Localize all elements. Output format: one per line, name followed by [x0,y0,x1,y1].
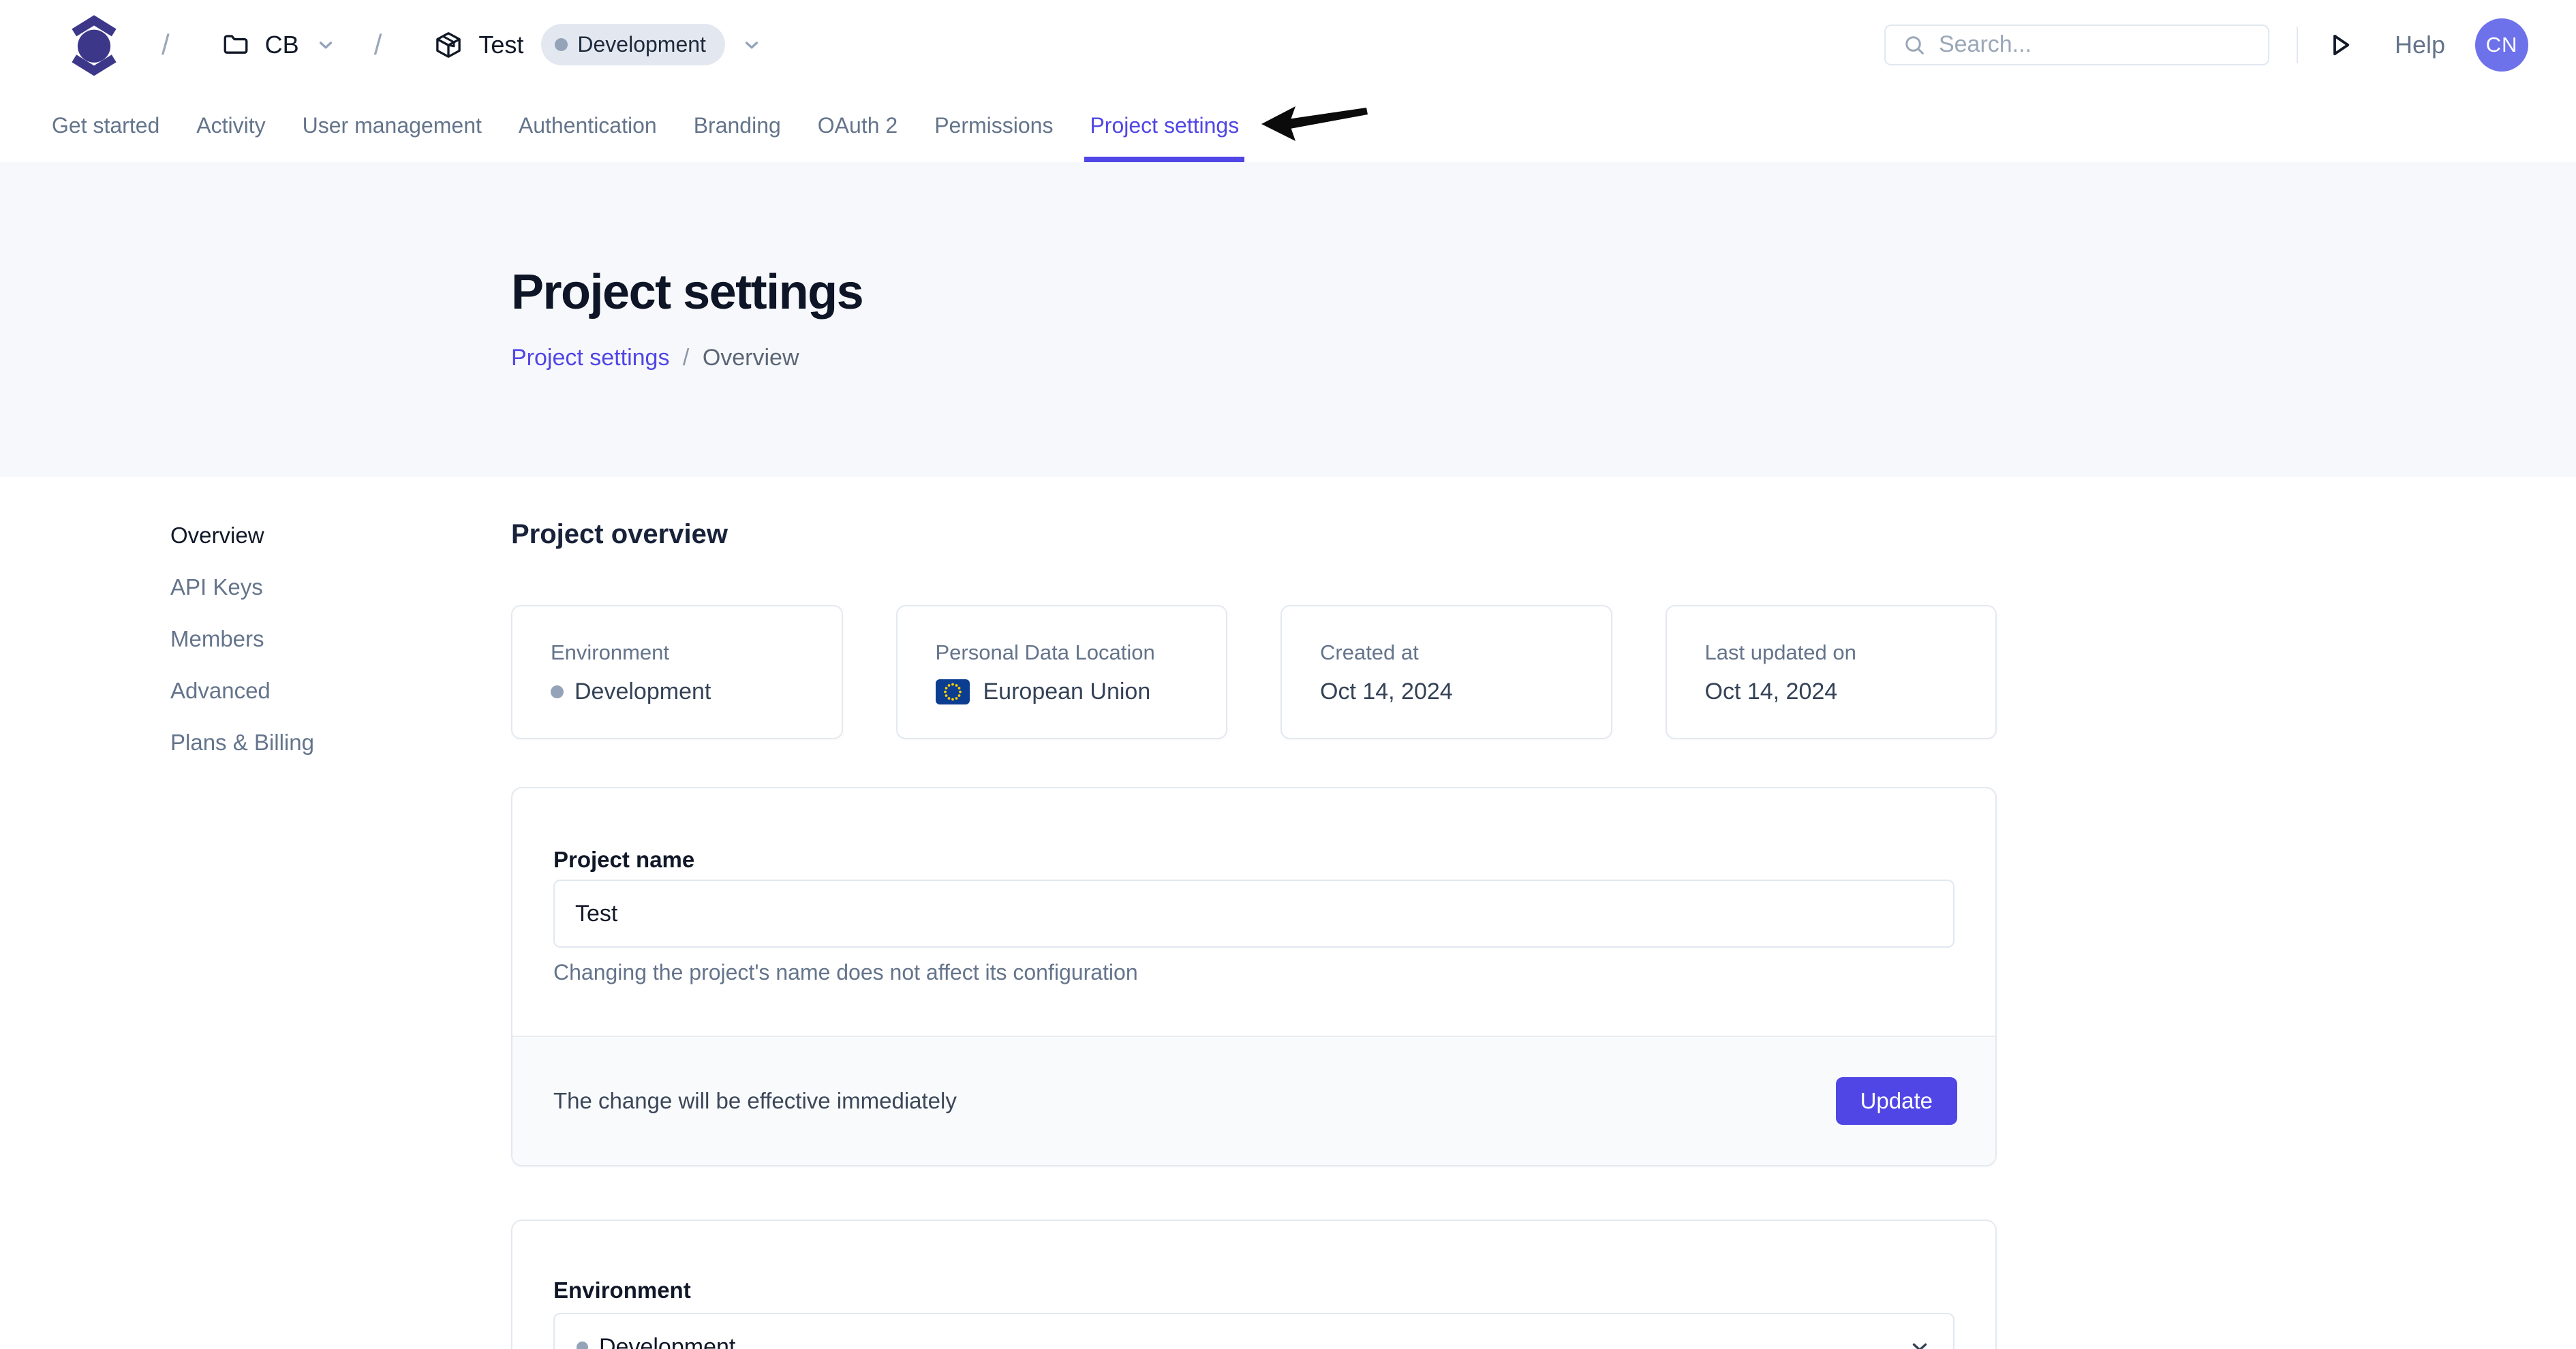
settings-sidebar: Overview API Keys Members Advanced Plans… [170,522,314,781]
tab-project-settings[interactable]: Project settings [1090,89,1239,162]
project-name: Test [478,31,523,59]
main-area: Overview API Keys Members Advanced Plans… [0,477,2576,1349]
breadcrumb-separator: / [162,29,170,61]
environment-badge-label: Development [577,32,706,57]
info-label: Last updated on [1705,640,1969,665]
project-switcher[interactable]: Test Development [433,24,762,65]
tab-authentication[interactable]: Authentication [519,89,657,162]
breadcrumb-separator: / [374,29,382,61]
tab-activity[interactable]: Activity [196,89,265,162]
info-label: Environment [551,640,814,665]
sidebar-item-api-keys[interactable]: API Keys [170,574,314,601]
eu-flag-icon [936,679,970,704]
environment-select[interactable]: Development [553,1313,1954,1349]
info-card-created-at: Created at Oct 14, 2024 [1281,605,1612,739]
chevron-down-icon [741,35,762,55]
tab-permissions[interactable]: Permissions [934,89,1053,162]
environment-card: Environment Development [511,1220,1997,1349]
sidebar-item-overview[interactable]: Overview [170,522,314,549]
breadcrumb-separator: / [683,345,689,371]
user-avatar[interactable]: CN [2475,18,2528,72]
info-value: Oct 14, 2024 [1705,679,1969,705]
play-icon [2325,31,2354,59]
status-dot [577,1342,588,1349]
app-logo-icon[interactable] [65,12,123,78]
sidebar-item-advanced[interactable]: Advanced [170,677,314,704]
org-switcher[interactable]: CB [221,31,336,59]
environment-card-body: Environment Development [512,1221,1995,1349]
tab-get-started[interactable]: Get started [52,89,159,162]
org-name: CB [265,31,299,59]
info-card-data-location: Personal Data Location Europea [896,605,1228,739]
environment-select-value: Development [599,1334,735,1349]
status-dot [555,38,568,51]
settings-content: Project overview Environment Development… [511,477,1997,1349]
status-dot [551,685,564,698]
info-value: Oct 14, 2024 [1320,679,1584,705]
chevron-down-icon [1908,1335,1931,1349]
play-button[interactable] [2321,27,2358,63]
search-box[interactable] [1884,25,2269,65]
environment-badge: Development [541,24,725,65]
info-card-last-updated: Last updated on Oct 14, 2024 [1666,605,1997,739]
project-name-card-body: Project name Changing the project's name… [512,788,1995,1036]
tab-branding[interactable]: Branding [694,89,781,162]
topbar-divider [2297,27,2298,63]
project-tabs: Get started Activity User management Aut… [0,89,2576,162]
update-button[interactable]: Update [1836,1077,1957,1125]
annotation-arrow [1260,103,1369,144]
info-card-environment: Environment Development [511,605,843,739]
info-card-row: Environment Development Personal Data Lo… [511,605,1997,739]
info-label: Created at [1320,640,1584,665]
info-value: Development [551,679,814,705]
info-value: European Union [936,679,1199,705]
sidebar-item-members[interactable]: Members [170,625,314,653]
top-bar: / CB / Test Development [0,0,2576,89]
project-name-label: Project name [553,847,1954,873]
breadcrumb-current: Overview [703,345,799,371]
help-link[interactable]: Help [2395,31,2445,59]
breadcrumb: Project settings / Overview [511,345,2576,371]
project-name-input[interactable] [553,880,1954,948]
project-name-card-footer: The change will be effective immediately… [512,1036,1995,1165]
tab-user-management[interactable]: User management [303,89,482,162]
chevron-down-icon [316,35,336,55]
page-header: Project settings Project settings / Over… [0,162,2576,477]
section-title: Project overview [511,519,1997,550]
sidebar-item-plans-billing[interactable]: Plans & Billing [170,729,314,756]
project-name-helper: Changing the project's name does not aff… [553,960,1954,985]
folder-icon [221,31,250,59]
environment-label: Environment [553,1277,1954,1303]
page-title: Project settings [511,264,2576,320]
search-input[interactable] [1939,31,2252,58]
project-name-card: Project name Changing the project's name… [511,787,1997,1166]
info-label: Personal Data Location [936,640,1199,665]
footer-note: The change will be effective immediately [553,1088,957,1114]
package-icon [433,30,463,60]
breadcrumb-link[interactable]: Project settings [511,345,669,371]
tab-oauth-2[interactable]: OAuth 2 [818,89,898,162]
search-icon [1902,33,1927,57]
